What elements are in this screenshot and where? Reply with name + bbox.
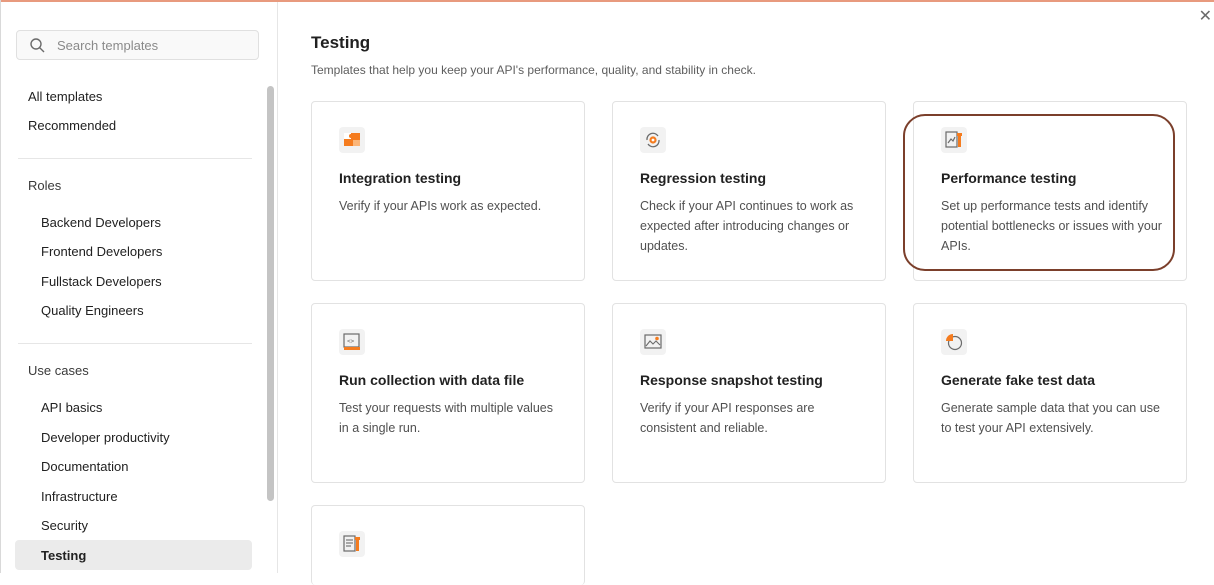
page-title: Testing [311, 33, 371, 52]
sidebar-item-infrastructure[interactable]: Infrastructure [41, 489, 118, 504]
sidebar: All templates Recommended Roles Backend … [1, 2, 278, 573]
use-cases-section-label: Use cases [28, 363, 89, 378]
code-file-icon: <> [339, 329, 365, 355]
sidebar-divider [18, 343, 252, 344]
chart-wrench-icon [941, 127, 967, 153]
close-icon[interactable]: ✕ [1199, 9, 1212, 25]
card-description: Set up performance tests and identify po… [941, 199, 1162, 253]
sidebar-item-documentation[interactable]: Documentation [41, 459, 128, 474]
sidebar-divider [18, 158, 252, 159]
template-card-run-collection-with-data-file[interactable]: <> Run collection with data file Test yo… [311, 303, 585, 483]
sidebar-item-fullstack-developers[interactable]: Fullstack Developers [41, 274, 162, 289]
sidebar-item-backend-developers[interactable]: Backend Developers [41, 215, 161, 230]
search-input[interactable] [57, 36, 252, 54]
card-description: Check if your API continues to work as e… [640, 199, 854, 253]
template-card-partial[interactable] [311, 505, 585, 585]
card-description: Verify if your API responses are consist… [640, 401, 815, 435]
sidebar-item-security[interactable]: Security [41, 518, 88, 533]
sidebar-item-api-basics[interactable]: API basics [41, 400, 102, 415]
image-icon [640, 329, 666, 355]
page-subtitle: Templates that help you keep your API's … [311, 63, 756, 77]
template-card-response-snapshot-testing[interactable]: Response snapshot testing Verify if your… [612, 303, 886, 483]
puzzle-icon [339, 127, 365, 153]
template-card-integration-testing[interactable]: Integration testing Verify if your APIs … [311, 101, 585, 281]
card-title: Run collection with data file [339, 372, 525, 388]
card-title: Integration testing [339, 170, 462, 186]
roles-section-label: Roles [28, 178, 62, 193]
pie-chart-icon [941, 329, 967, 355]
sidebar-item-all-templates[interactable]: All templates [28, 89, 102, 104]
sidebar-item-developer-productivity[interactable]: Developer productivity [41, 430, 170, 445]
document-wrench-icon [339, 531, 365, 557]
sidebar-item-frontend-developers[interactable]: Frontend Developers [41, 244, 162, 259]
sidebar-item-quality-engineers[interactable]: Quality Engineers [41, 303, 144, 318]
card-title: Generate fake test data [941, 372, 1096, 388]
sidebar-scrollbar[interactable] [267, 86, 274, 501]
card-title: Response snapshot testing [640, 372, 823, 388]
gear-cycle-icon [640, 127, 666, 153]
template-card-generate-fake-test-data[interactable]: Generate fake test data Generate sample … [913, 303, 1187, 483]
sidebar-item-testing[interactable]: Testing [41, 548, 86, 563]
card-title: Regression testing [640, 170, 767, 186]
search-icon [30, 38, 45, 53]
card-title: Performance testing [941, 170, 1077, 186]
card-description: Generate sample data that you can use to… [941, 401, 1160, 435]
search-box[interactable] [16, 30, 259, 60]
svg-text:<>: <> [347, 338, 355, 345]
card-description: Verify if your APIs work as expected. [339, 199, 542, 213]
template-card-performance-testing[interactable]: Performance testing Set up performance t… [913, 101, 1187, 281]
sidebar-item-recommended[interactable]: Recommended [28, 118, 116, 133]
template-card-regression-testing[interactable]: Regression testing Check if your API con… [612, 101, 886, 281]
card-description: Test your requests with multiple values … [339, 401, 553, 435]
